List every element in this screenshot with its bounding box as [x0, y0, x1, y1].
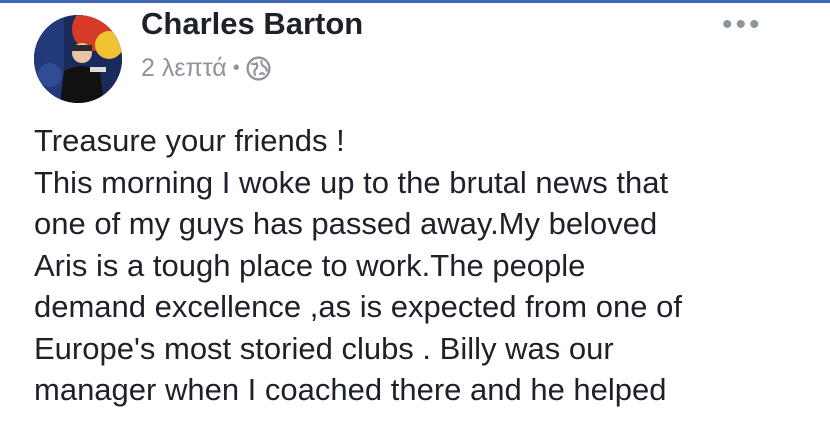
globe-icon[interactable]	[246, 56, 271, 81]
post-line: Treasure your friends !	[34, 123, 345, 158]
top-border	[0, 0, 830, 3]
post-line: Europe's most storied clubs . Billy was …	[34, 330, 614, 366]
author-name[interactable]: Charles Barton	[141, 6, 363, 42]
post-line: Aris is a tough place to work.The people	[34, 247, 586, 283]
post-meta: 2 λεπτά •	[141, 54, 271, 83]
post-line: one of my guys has passed away.My belove…	[34, 206, 658, 241]
post-line: manager when I coached there and he help…	[34, 372, 667, 407]
post-line: This morning I woke up to the brutal new…	[34, 164, 669, 200]
avatar-image	[34, 15, 122, 103]
meta-separator: •	[232, 57, 240, 79]
post-timestamp[interactable]: 2 λεπτά	[141, 54, 227, 83]
more-options-icon[interactable]: •••	[722, 8, 763, 42]
avatar[interactable]	[34, 15, 122, 103]
post-text: Treasure your friends ! This morning I w…	[34, 120, 814, 411]
post-line: demand excellence ,as is expected from o…	[34, 289, 682, 324]
